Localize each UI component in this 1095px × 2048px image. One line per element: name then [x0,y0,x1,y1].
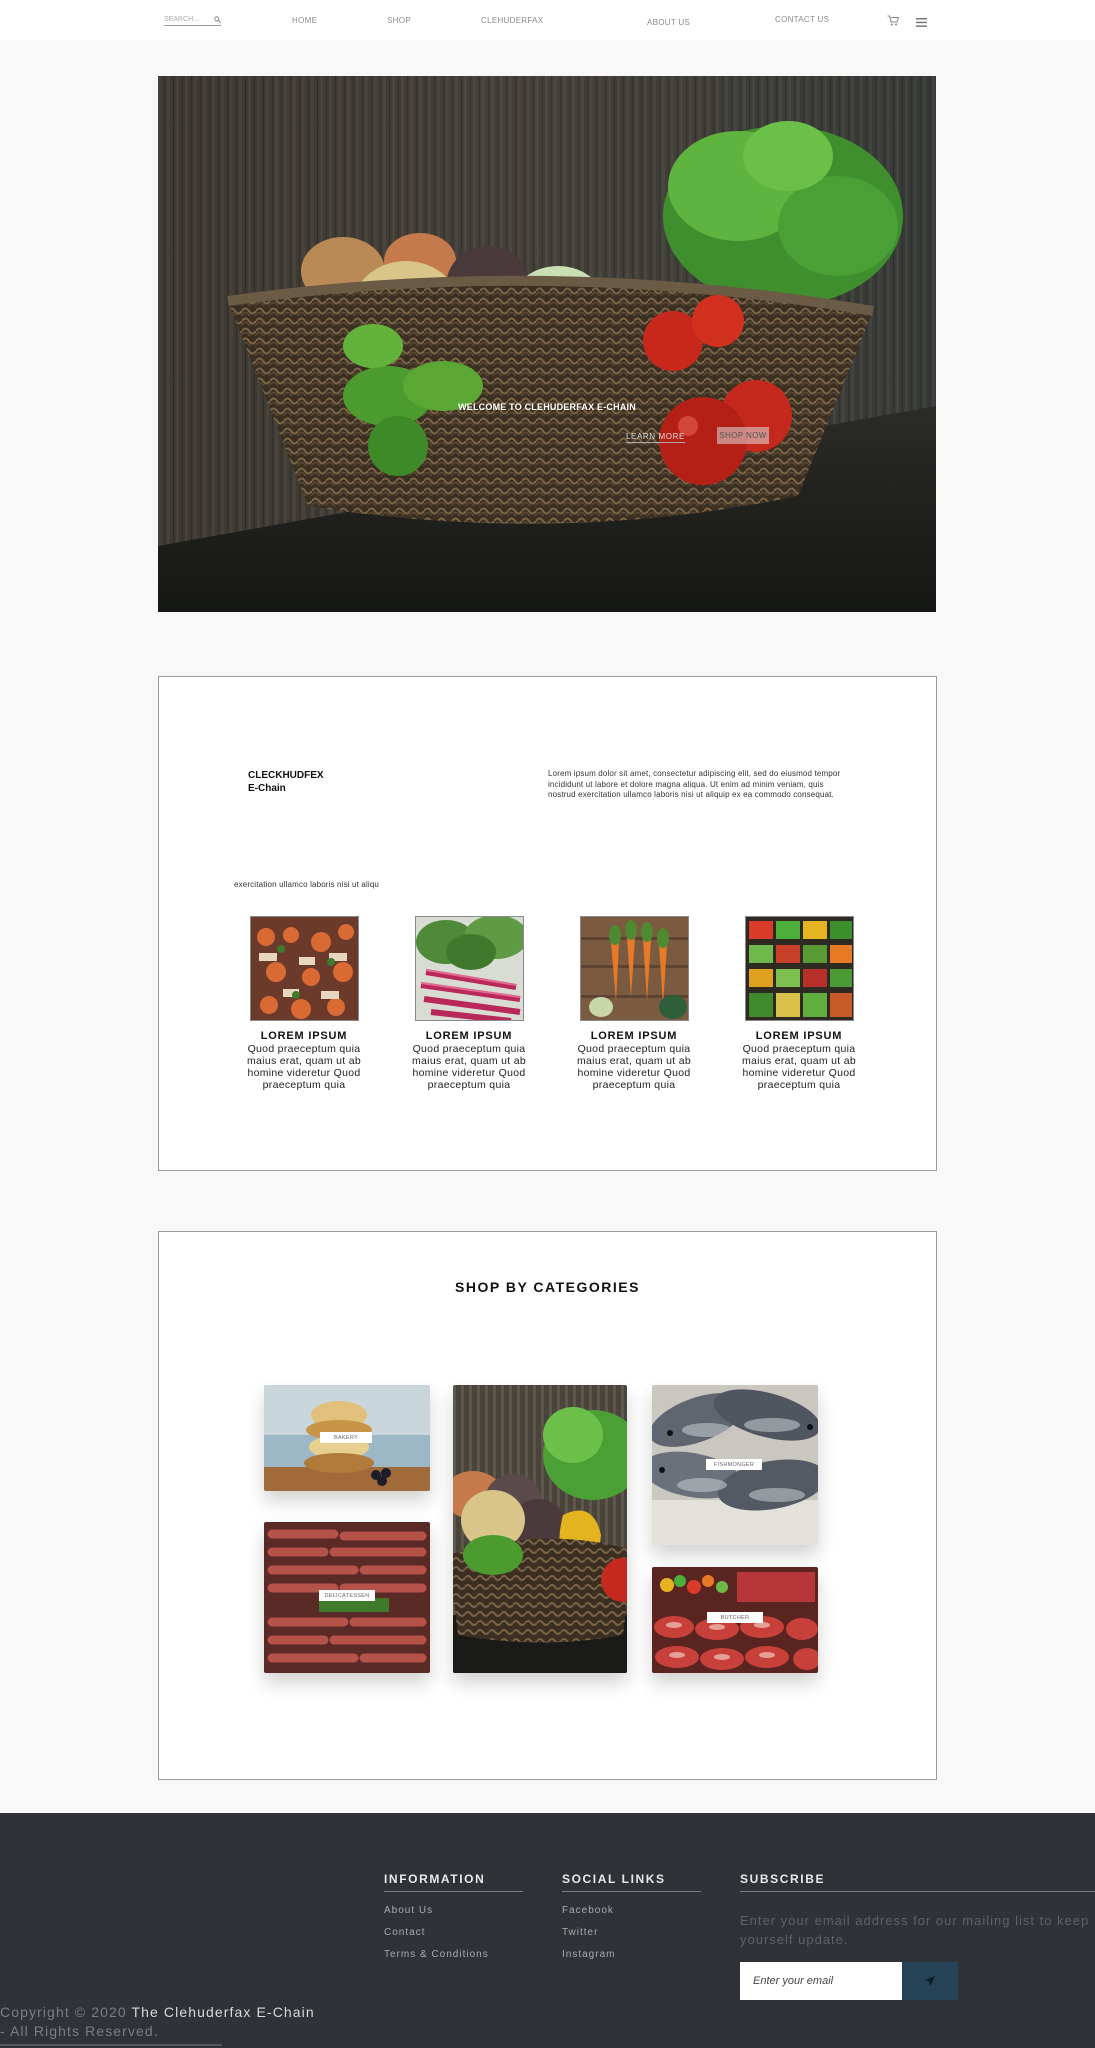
category-label-delicatessen: DELICATESSEN [319,1590,375,1601]
subscribe-text: Enter your email address for our mailing… [740,1913,1090,1947]
category-tile-butcher[interactable]: BUTCHER [652,1567,818,1673]
hero-banner: WELCOME TO CLEHUDERFAX E-CHAIN LEARN MOR… [158,76,936,612]
feature-card-text: Quod praeceptum quia maius erat, quam ut… [577,1043,691,1091]
grocery-shelves-image [744,916,854,1021]
about-section: CLECKHUDFEX E-Chain Lorem ipsum dolor si… [158,676,937,1171]
category-tile-delicatessen[interactable]: DELICATESSEN [264,1522,430,1673]
information-heading: INFORMATION [384,1872,523,1892]
subscribe-heading: SUBSCRIBE [740,1872,1095,1892]
send-icon [925,1976,935,1986]
footer-link-terms[interactable]: Terms & Conditions [384,1949,489,1960]
feature-card-text: Quod praeceptum quia maius erat, quam ut… [742,1043,856,1091]
site-footer: INFORMATION About Us Contact Terms & Con… [0,1813,1095,2048]
nav-link-about-us[interactable]: ABOUT US [647,18,690,27]
hero-title: WELCOME TO CLEHUDERFAX E-CHAIN [458,402,636,412]
shop-now-button[interactable]: SHOP NOW [717,427,769,444]
cart-icon[interactable] [887,13,900,31]
footer-divider [0,2044,222,2046]
footer-link-twitter[interactable]: Twitter [562,1927,598,1938]
footer-link-instagram[interactable]: Instagram [562,1949,615,1960]
about-subline: exercitation ullamco laboris nisi ut ali… [234,880,380,889]
categories-section: SHOP BY CATEGORIES BAKERY DELICATESSEN F… [158,1231,937,1780]
carrots-image [579,916,689,1021]
copyright-notice: Copyright © 2020 The Clehuderfax E-Chain… [0,2003,315,2041]
hero-vegetable-basket-image [158,76,936,612]
feature-card-title: LOREM IPSUM [260,1030,348,1042]
feature-card[interactable]: LOREM IPSUM Quod praeceptum quia maius e… [234,916,374,1091]
feature-card-title: LOREM IPSUM [755,1030,843,1042]
about-description: Lorem ipsum dolor sit amet, consectetur … [548,769,841,799]
footer-link-about-us[interactable]: About Us [384,1905,433,1916]
learn-more-link[interactable]: LEARN MORE [626,432,685,443]
hamburger-menu-icon[interactable] [916,14,927,32]
footer-link-facebook[interactable]: Facebook [562,1905,614,1916]
category-tile-bakery[interactable]: BAKERY [264,1385,430,1491]
market-produce-image [249,916,359,1021]
category-label-fishmonger: FISHMONGER [706,1459,762,1470]
feature-card-text: Quod praeceptum quia maius erat, quam ut… [247,1043,361,1091]
footer-link-contact[interactable]: Contact [384,1927,425,1938]
top-navbar: HOME SHOP CLEHUDERFAX ABOUT US CONTACT U… [0,0,1095,40]
category-tile-fishmonger[interactable]: FISHMONGER [652,1385,818,1545]
nav-link-shop[interactable]: SHOP [387,16,411,25]
category-tile-produce[interactable] [453,1385,627,1673]
category-label-bakery: BAKERY [320,1432,372,1443]
nav-link-contact-us[interactable]: CONTACT US [775,15,829,24]
about-brand: CLECKHUDFEX E-Chain [248,769,324,795]
category-label-butcher: BUTCHER [707,1612,763,1623]
feature-card[interactable]: LOREM IPSUM Quod praeceptum quia maius e… [729,916,869,1091]
feature-card-title: LOREM IPSUM [425,1030,513,1042]
feature-card-text: Quod praeceptum quia maius erat, quam ut… [412,1043,526,1091]
produce-basket-image [453,1385,627,1673]
feature-card[interactable]: LOREM IPSUM Quod praeceptum quia maius e… [399,916,539,1091]
rhubarb-image [414,916,524,1021]
subscribe-email-input[interactable] [740,1962,902,2000]
feature-card[interactable]: LOREM IPSUM Quod praeceptum quia maius e… [564,916,704,1091]
feature-card-title: LOREM IPSUM [590,1030,678,1042]
nav-link-clehuderfax[interactable]: CLEHUDERFAX [481,16,543,25]
copyright-prefix: Copyright © 2020 [0,2004,132,2020]
nav-link-home[interactable]: HOME [292,16,317,25]
categories-heading: SHOP BY CATEGORIES [455,1279,640,1295]
social-links-heading: SOCIAL LINKS [562,1872,701,1892]
search-input[interactable] [164,16,208,23]
rights-reserved: - All Rights Reserved. [0,2023,159,2039]
brand-line-2: E-Chain [248,783,286,794]
copyright-brand: The Clehuderfax E-Chain [131,2004,315,2020]
search-icon[interactable] [214,16,221,23]
brand-line-1: CLECKHUDFEX [248,770,324,781]
subscribe-button[interactable] [902,1962,958,2000]
search-box[interactable] [164,14,221,26]
